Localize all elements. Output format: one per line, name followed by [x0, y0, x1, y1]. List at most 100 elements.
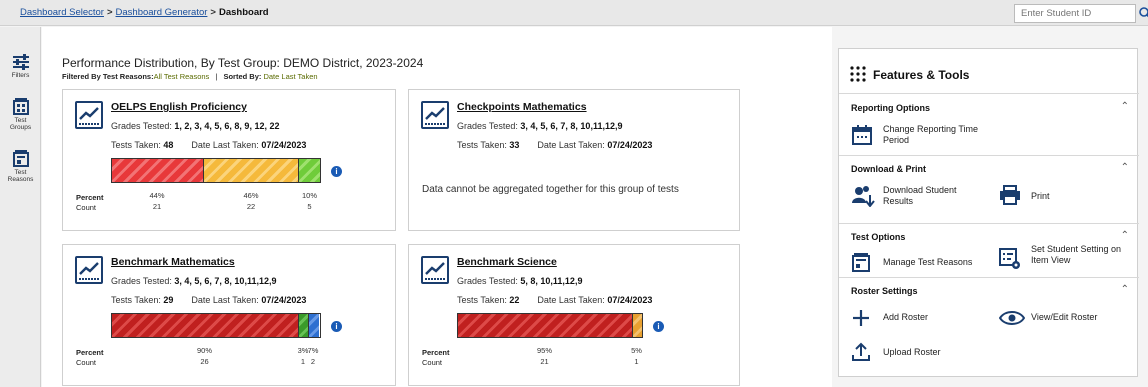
segment-percent: 44% [149, 191, 165, 200]
roster-settings-section: Roster Settings ⌃ Add Roster View/Edit R… [839, 277, 1139, 377]
sidebar-item-test-groups[interactable]: Test Groups [0, 97, 41, 131]
left-sidebar: Filters Test Groups Test Reasons [0, 27, 41, 387]
segment-percent: 5% [631, 346, 642, 355]
performance-bar[interactable] [457, 313, 643, 338]
tool-label: Set Student Setting on Item View [1031, 244, 1122, 265]
breadcrumb-current: Dashboard [218, 7, 269, 18]
grades-tested: Grades Tested: 3, 4, 5, 6, 7, 8, 10,11,1… [111, 276, 277, 286]
segment-percent: 95% [536, 346, 552, 355]
section-title: Test Options [851, 232, 906, 242]
grades-tested: Grades Tested: 1, 2, 3, 4, 5, 6, 8, 9, 1… [111, 121, 280, 131]
breadcrumb: Dashboard Selector > Dashboard Generator > D… [20, 7, 269, 18]
performance-bar-segment[interactable] [112, 159, 204, 182]
info-icon[interactable]: i [331, 166, 342, 177]
print-button[interactable]: Print [999, 185, 1119, 211]
section-title: Roster Settings [851, 286, 918, 296]
performance-bar-segment[interactable] [112, 314, 299, 337]
tests-taken-summary: Tests Taken: 22 Date Last Taken: 07/24/20… [457, 295, 653, 305]
calendar-icon [852, 125, 872, 145]
performance-bar-segment[interactable] [458, 314, 633, 337]
test-group-card: Benchmark Science Grades Tested: 5, 8, 10… [408, 244, 740, 386]
test-reasons-icon [12, 150, 29, 167]
sidebar-item-filters[interactable]: Filters [0, 54, 41, 79]
segment-count: 5 [307, 202, 312, 211]
count-label: Count [76, 358, 97, 367]
manage-test-reasons-button[interactable]: Manage Test Reasons [851, 252, 996, 274]
test-group-card: OELPS English Proficiency Grades Tested: … [62, 89, 396, 231]
sorted-by-value: Date Last Taken [263, 72, 318, 81]
upload-roster-button[interactable]: Upload Roster [851, 342, 991, 364]
features-tools-panel: Features & Tools Reporting Options ⌃ Cha… [838, 48, 1139, 377]
performance-bar-segment[interactable] [309, 314, 319, 337]
performance-bar-segment[interactable] [299, 314, 309, 337]
plus-icon [853, 310, 869, 326]
chevron-up-icon[interactable]: ⌃ [1121, 162, 1129, 173]
breadcrumb-dashboard-selector[interactable]: Dashboard Selector [20, 7, 104, 18]
performance-bar[interactable] [111, 313, 321, 338]
trend-chart-icon [75, 101, 103, 129]
percent-label: Percent [76, 193, 104, 202]
tool-label: Change Reporting Time Period [883, 124, 979, 145]
grid-dots-icon [850, 66, 866, 82]
trend-chart-icon [421, 256, 449, 284]
segment-count: 21 [152, 202, 162, 211]
filter-divider: | [215, 72, 218, 81]
download-users-icon [852, 186, 875, 207]
test-group-title-link[interactable]: Benchmark Mathematics [111, 256, 235, 268]
add-roster-button[interactable]: Add Roster [851, 308, 991, 328]
segment-percent: 90% [196, 346, 212, 355]
settings-list-icon [999, 248, 1020, 269]
segment-count: 22 [246, 202, 256, 211]
sliders-icon [12, 54, 29, 70]
tool-label: Download Student Results [883, 185, 957, 206]
tool-label: Manage Test Reasons [883, 257, 973, 267]
performance-bar-segment[interactable] [633, 314, 642, 337]
segment-count: 26 [200, 357, 209, 366]
view-edit-roster-button[interactable]: View/Edit Roster [999, 308, 1129, 328]
test-group-title-link[interactable]: OELPS English Proficiency [111, 101, 247, 113]
panel-title: Features & Tools [873, 68, 970, 82]
trend-chart-icon [75, 256, 103, 284]
sidebar-item-test-reasons[interactable]: Test Reasons [0, 149, 41, 183]
search-icon[interactable] [1138, 5, 1148, 21]
top-bar: Dashboard Selector > Dashboard Generator > D… [0, 0, 1148, 26]
sidebar-item-label: Test Groups [9, 117, 32, 131]
test-group-card: Checkpoints Mathematics Grades Tested: 3,… [408, 89, 740, 231]
student-id-input[interactable] [1014, 4, 1136, 23]
performance-bar-segment[interactable] [299, 159, 321, 182]
count-label: Count [422, 358, 443, 367]
chevron-up-icon[interactable]: ⌃ [1121, 230, 1129, 241]
tool-label: Print [1031, 191, 1050, 201]
section-title: Reporting Options [851, 103, 930, 113]
performance-bar[interactable] [111, 158, 321, 183]
segment-percent: 7% [307, 346, 319, 355]
upload-icon [852, 342, 870, 361]
set-student-setting-button[interactable]: Set Student Setting on Item View [999, 244, 1134, 274]
filter-summary: Filtered By Test Reasons:All Test Reason… [62, 72, 318, 81]
info-icon[interactable]: i [331, 321, 342, 332]
filtered-by-label: Filtered By [62, 72, 101, 81]
test-reasons-value: All Test Reasons [153, 72, 210, 81]
tests-taken-summary: Tests Taken: 48 Date Last Taken: 07/24/20… [111, 140, 307, 150]
tests-taken-summary: Tests Taken: 29 Date Last Taken: 07/24/20… [111, 295, 307, 305]
breadcrumb-separator: > [210, 7, 216, 18]
page-title: Performance Distribution, By Test Group:… [62, 56, 424, 70]
performance-bar-segment[interactable] [203, 159, 300, 182]
info-icon[interactable]: i [653, 321, 664, 332]
trend-chart-icon [421, 101, 449, 129]
test-groups-icon [12, 98, 29, 115]
printer-icon [1000, 185, 1020, 205]
eye-icon [999, 311, 1025, 325]
download-student-results-button[interactable]: Download Student Results [851, 185, 991, 211]
test-group-title-link[interactable]: Benchmark Science [457, 256, 557, 268]
breadcrumb-dashboard-generator[interactable]: Dashboard Generator [116, 7, 208, 18]
grades-tested: Grades Tested: 5, 8, 10,11,12,9 [457, 276, 583, 286]
segment-count: 2 [310, 357, 316, 366]
tool-label: Add Roster [883, 312, 929, 322]
breadcrumb-separator: > [106, 7, 113, 18]
chevron-up-icon[interactable]: ⌃ [1121, 284, 1129, 295]
chevron-up-icon[interactable]: ⌃ [1121, 101, 1129, 112]
change-reporting-period-button[interactable]: Change Reporting Time Period [851, 124, 1011, 150]
test-group-title-link[interactable]: Checkpoints Mathematics [457, 101, 587, 113]
count-label: Count [76, 203, 97, 212]
